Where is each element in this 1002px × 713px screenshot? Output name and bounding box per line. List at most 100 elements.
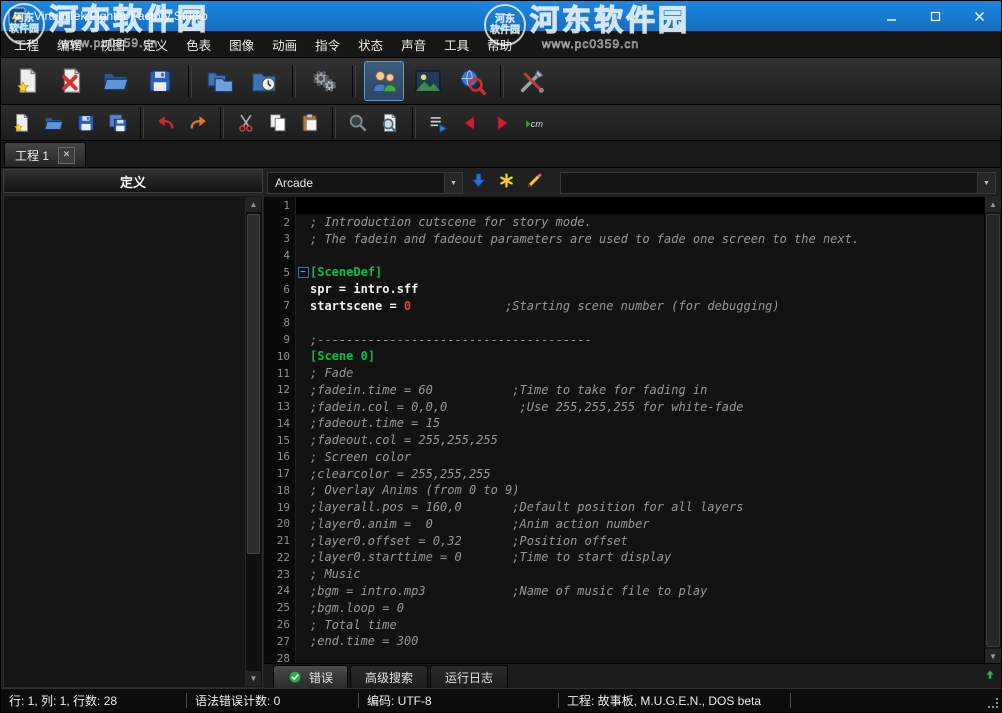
code-line-9[interactable]: 9;-------------------------------------- — [264, 331, 985, 348]
bottom-tab-advanced-search[interactable]: 高级搜索 — [350, 665, 428, 688]
toolbar-separator — [220, 107, 224, 139]
code-text: ;layer0.offset = 0,32 ;Position offset — [310, 534, 628, 548]
code-line-23[interactable]: 23; Music — [264, 566, 985, 583]
menu-item-2[interactable]: 编辑 — [48, 31, 91, 57]
tab-close-icon[interactable]: ✕ — [58, 147, 75, 164]
code-line-14[interactable]: 14;fadeout.time = 15 — [264, 415, 985, 432]
code-line-11[interactable]: 11; Fade — [264, 365, 985, 382]
undo-button[interactable] — [152, 109, 180, 137]
settings-gears-button[interactable] — [304, 61, 344, 101]
code-line-7[interactable]: 7startscene = 0 ;Starting scene number (… — [264, 298, 985, 315]
code-line-18[interactable]: 18; Overlay Anims (from 0 to 9) — [264, 482, 985, 499]
code-line-8[interactable]: 8 — [264, 314, 985, 331]
chevron-down-icon[interactable]: ▼ — [977, 173, 995, 193]
maximize-button[interactable] — [913, 1, 957, 31]
syntax-error-count: 语法错误计数: 0 — [187, 693, 359, 708]
chevron-down-icon[interactable]: ▼ — [444, 173, 462, 193]
menu-item-9[interactable]: 状态 — [349, 31, 392, 57]
code-line-20[interactable]: 20;layer0.anim = 0 ;Anim action number — [264, 516, 985, 533]
code-line-13[interactable]: 13;fadein.col = 0,0,0 ;Use 255,255,255 f… — [264, 398, 985, 415]
menu-item-10[interactable]: 声音 — [392, 31, 435, 57]
definitions-scrollbar[interactable]: ▲ ▼ — [245, 197, 261, 686]
cut-button[interactable] — [232, 109, 260, 137]
stages-button[interactable] — [408, 61, 448, 101]
code-line-15[interactable]: 15;fadeout.col = 255,255,255 — [264, 432, 985, 449]
menu-item-1[interactable]: 工程 — [5, 31, 48, 57]
menu-item-8[interactable]: 指令 — [306, 31, 349, 57]
save-project-button[interactable] — [140, 61, 180, 101]
minimize-button[interactable] — [869, 1, 913, 31]
scroll-to-top-button[interactable] — [980, 666, 1000, 686]
nav-forward-button[interactable] — [488, 109, 516, 137]
code-line-28[interactable]: 28 — [264, 650, 985, 664]
menu-item-7[interactable]: 动画 — [263, 31, 306, 57]
code-line-17[interactable]: 17;clearcolor = 255,255,255 — [264, 465, 985, 482]
apply-section-button[interactable] — [466, 171, 491, 196]
scrollbar-thumb[interactable] — [986, 214, 1000, 647]
code-line-19[interactable]: 19;layerall.pos = 160,0 ;Default positio… — [264, 499, 985, 516]
code-line-16[interactable]: 16; Screen color — [264, 448, 985, 465]
fold-gutter — [296, 281, 310, 298]
code-line-27[interactable]: 27;end.time = 300 — [264, 633, 985, 650]
fold-gutter — [296, 499, 310, 516]
fold-marker-icon[interactable]: − — [296, 264, 310, 281]
code-line-12[interactable]: 12;fadein.time = 60 ;Time to take for fa… — [264, 381, 985, 398]
code-line-21[interactable]: 21;layer0.offset = 0,32 ;Position offset — [264, 532, 985, 549]
code-line-26[interactable]: 26; Total time — [264, 616, 985, 633]
code-editor[interactable]: 12; Introduction cutscene for story mode… — [264, 197, 1001, 664]
cm-tool-button[interactable]: cm — [520, 109, 548, 137]
scroll-up-icon[interactable]: ▲ — [246, 197, 261, 212]
new-project-button[interactable] — [8, 61, 48, 101]
code-line-24[interactable]: 24;bgm = intro.mp3 ;Name of music file t… — [264, 583, 985, 600]
open-files-button[interactable] — [200, 61, 240, 101]
menu-item-5[interactable]: 色表 — [177, 31, 220, 57]
bottom-tab-run-log[interactable]: 运行日志 — [430, 665, 508, 688]
code-line-22[interactable]: 22;layer0.starttime = 0 ;Time to start d… — [264, 549, 985, 566]
code-line-25[interactable]: 25;bgm.loop = 0 — [264, 599, 985, 616]
edit-section-button[interactable] — [522, 171, 547, 196]
menu-item-4[interactable]: 定义 — [134, 31, 177, 57]
zoom-button[interactable] — [344, 109, 372, 137]
scroll-down-icon[interactable]: ▼ — [246, 671, 261, 686]
open-file-button[interactable] — [40, 109, 68, 137]
redo-button[interactable] — [184, 109, 212, 137]
close-project-button[interactable] — [52, 61, 92, 101]
new-section-button[interactable] — [494, 171, 519, 196]
scroll-down-icon[interactable]: ▼ — [985, 649, 1001, 664]
mode-select[interactable]: Arcade ▼ — [267, 172, 463, 194]
new-file-button[interactable] — [8, 109, 36, 137]
editor-scrollbar[interactable]: ▲ ▼ — [984, 197, 1001, 664]
code-line-10[interactable]: 10[Scene 0] — [264, 348, 985, 365]
copy-button[interactable] — [264, 109, 292, 137]
zoom-page-button[interactable] — [376, 109, 404, 137]
save-all-button[interactable] — [104, 109, 132, 137]
definitions-list[interactable]: ▲ ▼ — [3, 195, 263, 688]
resize-grip[interactable] — [988, 698, 998, 708]
search-globe-button[interactable] — [452, 61, 492, 101]
paste-button[interactable] — [296, 109, 324, 137]
menu-item-3[interactable]: 视图 — [91, 31, 134, 57]
menu-item-12[interactable]: 帮助 — [478, 31, 521, 57]
tab-project-1[interactable]: 工程 1 ✕ — [4, 142, 86, 167]
line-list-button[interactable] — [424, 109, 452, 137]
menu-item-11[interactable]: 工具 — [435, 31, 478, 57]
tools-button[interactable] — [512, 61, 552, 101]
scrollbar-thumb[interactable] — [247, 214, 260, 554]
bottom-tab-errors[interactable]: 错误 — [273, 665, 348, 688]
open-project-button[interactable] — [96, 61, 136, 101]
recent-files-button[interactable] — [244, 61, 284, 101]
close-button[interactable] — [957, 1, 1001, 31]
code-line-1[interactable]: 1 — [264, 197, 985, 214]
characters-button[interactable] — [364, 61, 404, 101]
code-line-4[interactable]: 4 — [264, 247, 985, 264]
scroll-up-icon[interactable]: ▲ — [985, 197, 1001, 212]
nav-back-button[interactable] — [456, 109, 484, 137]
save-file-button[interactable] — [72, 109, 100, 137]
section-select[interactable]: ▼ — [560, 172, 996, 194]
zoom-icon — [347, 112, 369, 134]
code-line-2[interactable]: 2; Introduction cutscene for story mode. — [264, 214, 985, 231]
code-line-6[interactable]: 6spr = intro.sff — [264, 281, 985, 298]
code-line-5[interactable]: 5−[SceneDef] — [264, 264, 985, 281]
menu-item-6[interactable]: 图像 — [220, 31, 263, 57]
code-line-3[interactable]: 3; The fadein and fadeout parameters are… — [264, 231, 985, 248]
